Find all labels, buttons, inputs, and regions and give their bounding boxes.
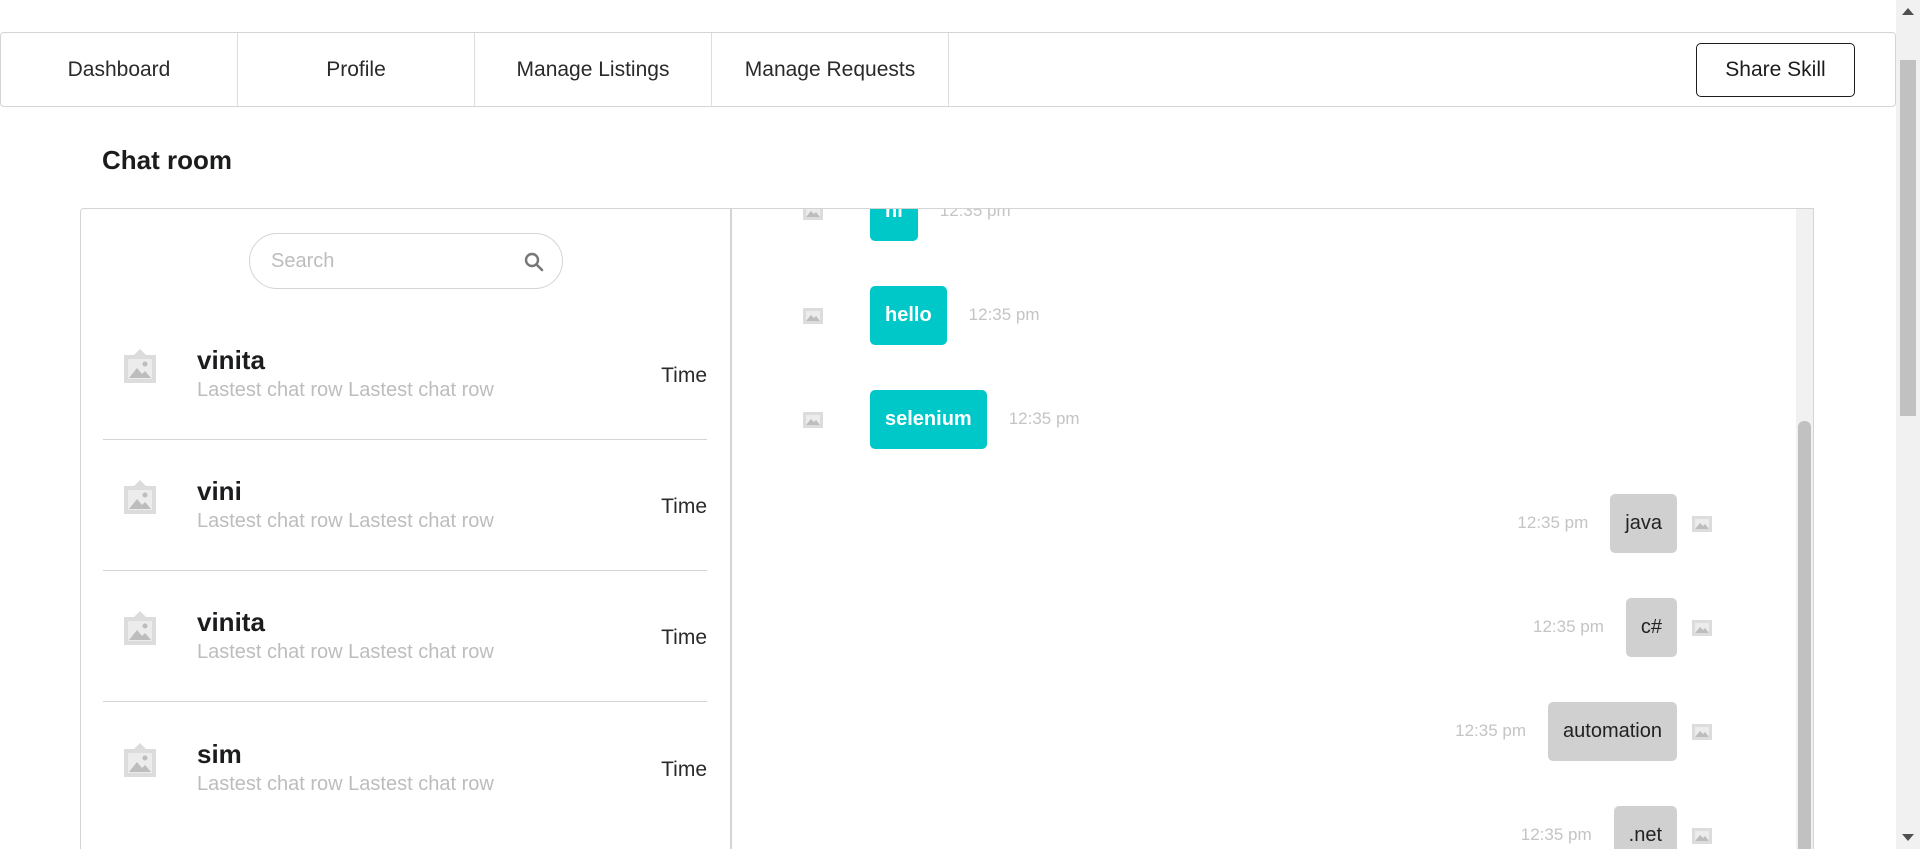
message-bubble: hi bbox=[870, 209, 918, 241]
image-placeholder-icon bbox=[803, 412, 823, 428]
page-title: Chat room bbox=[102, 145, 232, 175]
page-scrollbar[interactable] bbox=[1896, 0, 1920, 849]
message-row: hi 12:35 pm bbox=[802, 208, 1011, 241]
chat-time: Time bbox=[661, 495, 707, 518]
tab-manage-requests[interactable]: Manage Requests bbox=[712, 33, 949, 106]
chat-list-panel: vinita Lastest chat row Lastest chat row… bbox=[80, 208, 731, 849]
chat-contact-name: vinita bbox=[197, 345, 265, 375]
tab-profile[interactable]: Profile bbox=[238, 33, 475, 106]
share-skill-button[interactable]: Share Skill bbox=[1696, 43, 1855, 97]
message-panel: hi 12:35 pm hello 12:35 pm selenium 12:3… bbox=[731, 208, 1814, 849]
search-input[interactable] bbox=[271, 249, 501, 273]
chat-preview-text: Lastest chat row Lastest chat row bbox=[197, 379, 494, 401]
message-scrollbar-thumb[interactable] bbox=[1798, 421, 1811, 849]
chat-preview-text: Lastest chat row Lastest chat row bbox=[197, 773, 494, 795]
scroll-down-icon[interactable] bbox=[1902, 834, 1914, 841]
page-scrollbar-thumb[interactable] bbox=[1900, 60, 1916, 416]
message-row: 12:35 pm java bbox=[1517, 493, 1713, 553]
message-row: 12:35 pm c# bbox=[1533, 597, 1713, 657]
message-time: 12:35 pm bbox=[1455, 721, 1527, 740]
chat-time: Time bbox=[661, 364, 707, 387]
image-placeholder-icon bbox=[803, 308, 823, 324]
message-time: 12:35 pm bbox=[968, 305, 1040, 324]
message-time: 12:35 pm bbox=[1532, 617, 1604, 636]
image-placeholder-icon bbox=[1692, 620, 1712, 636]
tab-manage-listings[interactable]: Manage Listings bbox=[475, 33, 712, 106]
chat-list-item[interactable]: vini Lastest chat row Lastest chat row T… bbox=[103, 440, 707, 571]
message-row: hello 12:35 pm bbox=[802, 285, 1040, 345]
chat-time: Time bbox=[661, 626, 707, 649]
message-bubble: selenium bbox=[870, 389, 987, 449]
chat-contact-name: vini bbox=[197, 476, 242, 506]
chat-contact-name: vinita bbox=[197, 607, 265, 637]
image-placeholder-icon bbox=[124, 349, 156, 383]
message-time: 12:35 pm bbox=[939, 208, 1011, 220]
tab-dashboard[interactable]: Dashboard bbox=[1, 33, 238, 106]
message-row: selenium 12:35 pm bbox=[802, 389, 1080, 449]
image-placeholder-icon bbox=[1692, 724, 1712, 740]
image-placeholder-icon bbox=[803, 209, 823, 220]
message-row: 12:35 pm automation bbox=[1455, 701, 1713, 761]
image-placeholder-icon bbox=[124, 611, 156, 645]
chat-list-item[interactable]: vinita Lastest chat row Lastest chat row… bbox=[103, 571, 707, 702]
message-row: 12:35 pm .net bbox=[1521, 805, 1713, 849]
message-bubble: hello bbox=[870, 285, 947, 345]
chat-list-item[interactable]: vinita Lastest chat row Lastest chat row… bbox=[103, 309, 707, 440]
search-box bbox=[249, 233, 563, 289]
chat-time: Time bbox=[661, 758, 707, 781]
message-time: 12:35 pm bbox=[1517, 513, 1589, 532]
image-placeholder-icon bbox=[1692, 516, 1712, 532]
message-time: 12:35 pm bbox=[1520, 825, 1592, 844]
chat-preview-text: Lastest chat row Lastest chat row bbox=[197, 510, 494, 532]
message-time: 12:35 pm bbox=[1008, 409, 1080, 428]
top-navigation: Dashboard Profile Manage Listings Manage… bbox=[0, 32, 1896, 107]
chat-contact-name: sim bbox=[197, 739, 242, 769]
message-scrollbar[interactable] bbox=[1796, 209, 1813, 849]
message-bubble: java bbox=[1610, 493, 1677, 553]
search-icon[interactable] bbox=[524, 252, 544, 272]
image-placeholder-icon bbox=[124, 480, 156, 514]
chat-list-item[interactable]: sim Lastest chat row Lastest chat row Ti… bbox=[103, 703, 707, 834]
message-bubble: automation bbox=[1548, 701, 1677, 761]
message-bubble: .net bbox=[1613, 805, 1677, 849]
chat-preview-text: Lastest chat row Lastest chat row bbox=[197, 641, 494, 663]
scroll-up-icon[interactable] bbox=[1902, 8, 1914, 15]
message-bubble: c# bbox=[1625, 597, 1677, 657]
image-placeholder-icon bbox=[124, 743, 156, 777]
image-placeholder-icon bbox=[1692, 828, 1712, 844]
